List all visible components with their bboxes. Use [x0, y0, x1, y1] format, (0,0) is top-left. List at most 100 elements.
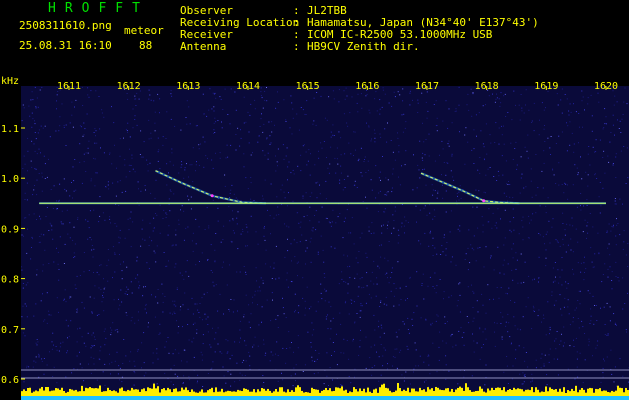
- noise-pixel: [587, 174, 589, 176]
- noise-pixel: [428, 155, 430, 157]
- noise-pixel: [618, 280, 620, 282]
- noise-pixel: [436, 314, 438, 316]
- noise-pixel: [144, 286, 146, 288]
- noise-pixel: [99, 196, 101, 198]
- noise-pixel: [101, 112, 103, 114]
- noise-pixel: [482, 304, 484, 306]
- noise-pixel: [538, 233, 540, 234]
- noise-pixel: [258, 135, 260, 137]
- noise-pixel: [340, 384, 342, 385]
- noise-pixel: [359, 316, 361, 318]
- noise-pixel: [27, 228, 29, 230]
- noise-pixel: [124, 164, 126, 166]
- noise-pixel: [243, 359, 245, 361]
- noise-pixel: [489, 167, 491, 168]
- noise-pixel: [500, 102, 502, 104]
- noise-pixel: [525, 306, 527, 308]
- noise-pixel: [26, 305, 27, 307]
- noise-pixel: [191, 297, 193, 299]
- spectrum-bar: [305, 392, 307, 396]
- noise-pixel: [154, 130, 156, 132]
- noise-pixel: [356, 273, 358, 275]
- noise-pixel: [563, 306, 565, 308]
- noise-pixel: [330, 320, 332, 322]
- noise-pixel: [77, 328, 78, 330]
- noise-pixel: [215, 332, 217, 334]
- noise-pixel: [592, 146, 594, 148]
- noise-pixel: [407, 348, 409, 350]
- noise-pixel: [98, 314, 100, 315]
- noise-pixel: [116, 329, 118, 331]
- noise-pixel: [506, 365, 508, 367]
- noise-pixel: [457, 228, 459, 230]
- noise-pixel: [332, 317, 334, 319]
- noise-pixel: [498, 143, 500, 145]
- noise-pixel: [175, 263, 177, 265]
- noise-pixel: [485, 312, 487, 314]
- noise-pixel: [570, 249, 572, 251]
- noise-pixel: [599, 139, 601, 141]
- noise-pixel: [448, 140, 450, 142]
- noise-pixel: [186, 123, 188, 125]
- noise-pixel: [27, 282, 29, 284]
- noise-pixel: [313, 97, 315, 99]
- noise-pixel: [311, 356, 313, 358]
- noise-pixel: [507, 200, 508, 202]
- noise-pixel: [235, 149, 237, 151]
- noise-pixel: [397, 91, 399, 93]
- spectrum-bar: [31, 392, 33, 396]
- noise-pixel: [263, 123, 265, 125]
- noise-pixel: [159, 98, 161, 100]
- noise-pixel: [359, 237, 361, 239]
- noise-pixel: [537, 315, 539, 317]
- noise-pixel: [470, 88, 472, 90]
- noise-pixel: [330, 136, 332, 138]
- noise-pixel: [573, 273, 575, 275]
- noise-pixel: [529, 222, 530, 224]
- noise-pixel: [34, 168, 36, 170]
- noise-pixel: [56, 297, 58, 299]
- noise-pixel: [286, 205, 288, 207]
- noise-pixel: [354, 321, 356, 323]
- noise-pixel: [110, 332, 112, 333]
- noise-pixel: [550, 136, 552, 137]
- noise-pixel: [213, 110, 215, 112]
- noise-pixel: [297, 165, 299, 167]
- noise-pixel: [246, 226, 248, 228]
- noise-pixel: [479, 157, 481, 158]
- noise-pixel: [243, 266, 245, 267]
- noise-pixel: [382, 365, 384, 367]
- noise-pixel: [472, 307, 474, 308]
- noise-pixel: [73, 190, 75, 192]
- noise-pixel: [436, 125, 438, 126]
- noise-pixel: [505, 116, 507, 117]
- noise-pixel: [40, 125, 42, 127]
- noise-pixel: [28, 366, 30, 368]
- noise-pixel: [589, 292, 591, 294]
- noise-pixel: [248, 321, 250, 323]
- noise-pixel: [94, 185, 96, 187]
- noise-pixel: [93, 297, 95, 299]
- spectrum-bar: [447, 388, 449, 396]
- noise-pixel: [231, 354, 233, 356]
- noise-pixel: [69, 237, 71, 239]
- noise-pixel: [544, 243, 545, 245]
- noise-pixel: [387, 277, 388, 279]
- noise-pixel: [193, 356, 195, 358]
- noise-pixel: [575, 111, 577, 113]
- noise-pixel: [112, 182, 114, 184]
- noise-pixel: [357, 111, 359, 113]
- spectrum-bar: [551, 388, 553, 396]
- noise-pixel: [422, 169, 424, 171]
- noise-pixel: [340, 172, 342, 174]
- noise-pixel: [141, 228, 143, 230]
- noise-pixel: [277, 206, 279, 208]
- noise-pixel: [56, 247, 57, 249]
- noise-pixel: [606, 230, 608, 232]
- noise-pixel: [432, 218, 434, 220]
- noise-pixel: [183, 239, 185, 241]
- noise-pixel: [366, 256, 368, 258]
- noise-pixel: [76, 341, 78, 343]
- noise-pixel: [553, 358, 555, 360]
- noise-pixel: [580, 271, 582, 273]
